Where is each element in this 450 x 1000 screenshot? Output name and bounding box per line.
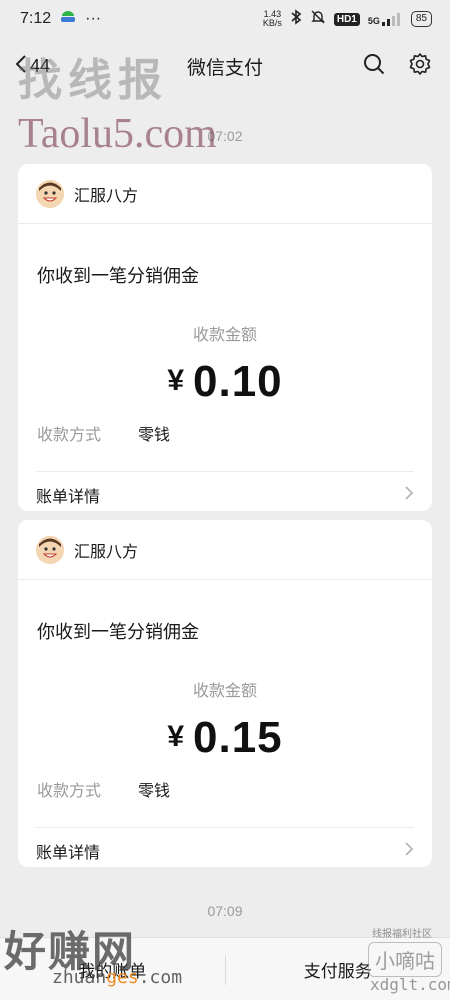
bottom-menu-bar: 我的账单 支付服务 <box>0 937 450 1000</box>
battery-indicator: 85 <box>410 11 432 27</box>
card-header: 汇服八方 <box>18 520 432 580</box>
merchant-name: 汇服八方 <box>74 543 139 561</box>
more-notifications-dots: ··· <box>85 10 102 27</box>
network-type-label: 5G <box>367 16 380 26</box>
payment-method-value: 零钱 <box>138 783 171 800</box>
payment-method-label: 收款方式 <box>37 427 102 444</box>
chevron-right-icon <box>404 840 414 863</box>
bill-details-link[interactable]: 账单详情 <box>36 827 414 867</box>
payment-method-value: 零钱 <box>138 427 171 444</box>
amount-label: 收款金额 <box>192 683 257 700</box>
search-icon[interactable] <box>362 52 386 81</box>
mute-bell-icon <box>310 9 326 30</box>
hd-badge: HD1 <box>333 12 360 26</box>
status-time: 7:12 <box>20 10 52 27</box>
amount-value: ¥0.10 <box>18 357 432 407</box>
payment-method-row: 收款方式 零钱 <box>37 777 432 801</box>
amount-value: ¥0.15 <box>18 713 432 763</box>
notification-title: 你收到一笔分销佣金 <box>37 266 199 286</box>
bill-details-label: 账单详情 <box>36 489 101 506</box>
unread-count: 44 <box>30 55 51 76</box>
notification-title: 你收到一笔分销佣金 <box>37 622 199 642</box>
back-chevron-icon <box>14 53 28 80</box>
nav-actions <box>362 52 432 81</box>
signal-icon: 5G <box>368 12 403 26</box>
back-button[interactable]: 44 <box>14 53 50 80</box>
amount-number: 0.10 <box>193 357 283 406</box>
payment-method-row: 收款方式 零钱 <box>37 421 432 445</box>
merchant-avatar <box>36 535 64 564</box>
bluetooth-icon <box>290 8 302 30</box>
payment-services-button[interactable]: 支付服务 <box>226 957 450 982</box>
message-timestamp: 07:09 <box>207 903 243 919</box>
payment-notification-card[interactable]: 汇服八方 你收到一笔分销佣金 收款金额 ¥0.10 收款方式 零钱 账单详情 <box>18 164 432 511</box>
payment-notification-card[interactable]: 汇服八方 你收到一笔分销佣金 收款金额 ¥0.15 收款方式 零钱 账单详情 <box>18 520 432 867</box>
network-speed: 1.43 KB/s <box>263 10 282 28</box>
status-bar: 7:12 ··· 1.43 KB/s HD1 5G 85 <box>0 0 450 38</box>
payment-method-label: 收款方式 <box>37 783 102 800</box>
chevron-right-icon <box>404 484 414 507</box>
amount-label: 收款金额 <box>192 327 257 344</box>
status-left: 7:12 ··· <box>20 9 101 30</box>
network-speed-unit: KB/s <box>262 18 282 28</box>
currency-symbol: ¥ <box>167 364 186 397</box>
amount-number: 0.15 <box>193 713 283 762</box>
wechat-pay-service-page: 7:12 ··· 1.43 KB/s HD1 5G 85 44 微信支付 07:… <box>0 0 450 1000</box>
card-header: 汇服八方 <box>18 164 432 224</box>
status-right: 1.43 KB/s HD1 5G 85 <box>263 8 432 30</box>
merchant-avatar <box>36 179 64 208</box>
bill-details-label: 账单详情 <box>36 845 101 862</box>
merchant-name: 汇服八方 <box>74 187 139 205</box>
message-timestamp: 07:02 <box>207 128 243 144</box>
gear-icon[interactable] <box>408 52 432 81</box>
my-bills-button[interactable]: 我的账单 <box>0 957 225 982</box>
bill-details-link[interactable]: 账单详情 <box>36 471 414 511</box>
currency-symbol: ¥ <box>167 720 186 753</box>
app-notification-icon <box>59 9 77 30</box>
navigation-bar: 44 微信支付 <box>0 38 450 94</box>
